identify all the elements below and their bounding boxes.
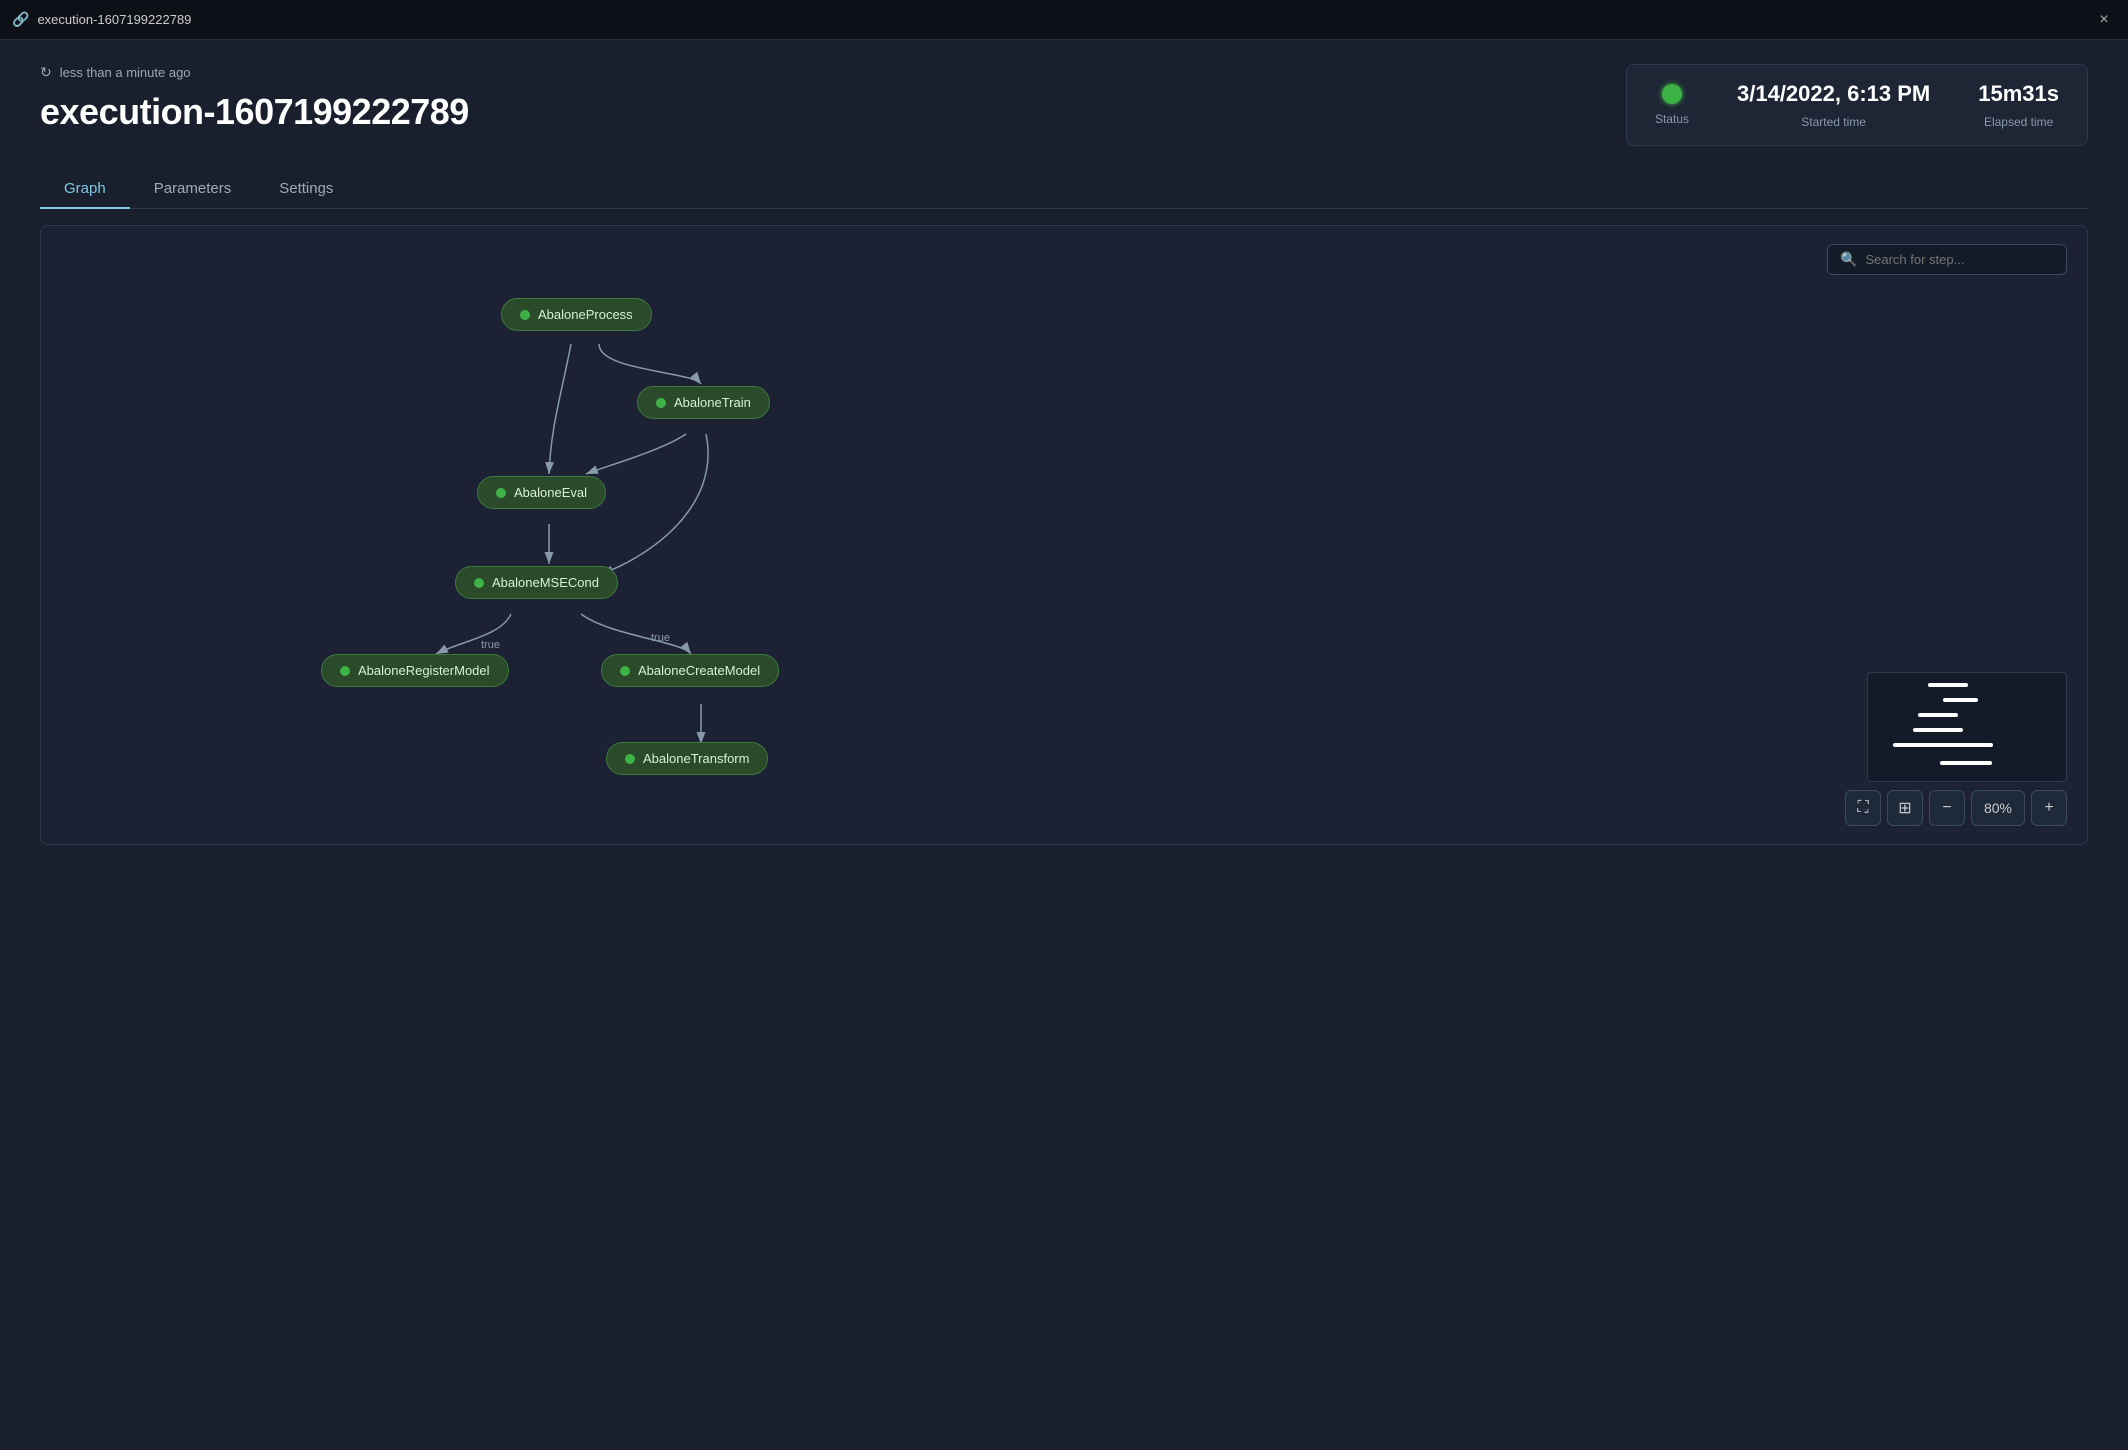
started-time-value: 3/14/2022, 6:13 PM [1737,81,1930,107]
search-input[interactable] [1865,252,2054,267]
node-dot [474,578,484,588]
header-left: ↻ less than a minute ago execution-16071… [40,64,469,133]
svg-text:true: true [651,632,670,644]
status-item-status: Status [1655,84,1689,126]
node-dot [496,488,506,498]
minimap-node [1893,743,1948,747]
minimap-node [1928,683,1968,687]
node-abalone-mse-cond[interactable]: AbaloneMSECond [455,566,618,599]
zoom-in-button[interactable]: + [2031,790,2067,826]
arrows-svg: true true [41,226,2087,844]
tab-icon: 🔗 [12,11,29,28]
refresh-row: ↻ less than a minute ago [40,64,469,81]
page-title: execution-1607199222789 [40,91,469,133]
node-abalone-create-model[interactable]: AbaloneCreateModel [601,654,779,687]
minimap-nodes [1868,673,2066,781]
minimap-node [1940,761,1992,765]
node-dot [656,398,666,408]
refresh-label: less than a minute ago [60,65,191,80]
tabs-row: Graph Parameters Settings [40,170,2088,209]
expand-button[interactable]: ⊞ [1887,790,1923,826]
node-label: AbaloneCreateModel [638,663,760,678]
search-icon: 🔍 [1840,251,1857,268]
status-item-elapsed: 15m31s Elapsed time [1978,81,2059,129]
node-label: AbaloneProcess [538,307,633,322]
node-abalone-register-model[interactable]: AbaloneRegisterModel [321,654,509,687]
minimap-node [1943,743,1993,747]
node-label: AbaloneEval [514,485,587,500]
node-abalone-train[interactable]: AbaloneTrain [637,386,770,419]
status-card: Status 3/14/2022, 6:13 PM Started time 1… [1626,64,2088,146]
fit-to-screen-button[interactable]: ⛶ [1845,790,1881,826]
node-abalone-transform[interactable]: AbaloneTransform [606,742,768,775]
node-label: AbaloneTransform [643,751,749,766]
header-row: ↻ less than a minute ago execution-16071… [40,64,2088,146]
node-label: AbaloneMSECond [492,575,599,590]
node-dot [625,754,635,764]
tab-settings[interactable]: Settings [255,170,357,209]
node-dot [520,310,530,320]
minimap-node [1913,728,1963,732]
elapsed-time-label: Elapsed time [1984,115,2053,129]
tab-parameters[interactable]: Parameters [130,170,256,209]
close-button[interactable]: × [2092,8,2116,32]
zoom-value: 80% [1971,790,2025,826]
started-time-label: Started time [1801,115,1866,129]
node-dot [340,666,350,676]
status-dot [1662,84,1682,104]
tab-title: execution-1607199222789 [37,12,2092,27]
graph-container: 🔍 true [40,225,2088,845]
node-dot [620,666,630,676]
node-abalone-eval[interactable]: AbaloneEval [477,476,606,509]
node-abalone-process[interactable]: AbaloneProcess [501,298,652,331]
minimap-node [1918,713,1958,717]
title-bar: 🔗 execution-1607199222789 × [0,0,2128,40]
tab-graph[interactable]: Graph [40,170,130,209]
node-label: AbaloneRegisterModel [358,663,490,678]
zoom-out-button[interactable]: − [1929,790,1965,826]
svg-text:true: true [481,639,500,651]
status-item-started: 3/14/2022, 6:13 PM Started time [1737,81,1930,129]
minimap [1867,672,2067,782]
minimap-node [1943,698,1978,702]
search-bar[interactable]: 🔍 [1827,244,2067,275]
main-content: ↻ less than a minute ago execution-16071… [0,40,2128,869]
status-label: Status [1655,112,1689,126]
node-label: AbaloneTrain [674,395,751,410]
zoom-controls: ⛶ ⊞ − 80% + [1845,790,2067,826]
refresh-icon[interactable]: ↻ [40,64,52,81]
elapsed-time-value: 15m31s [1978,81,2059,107]
